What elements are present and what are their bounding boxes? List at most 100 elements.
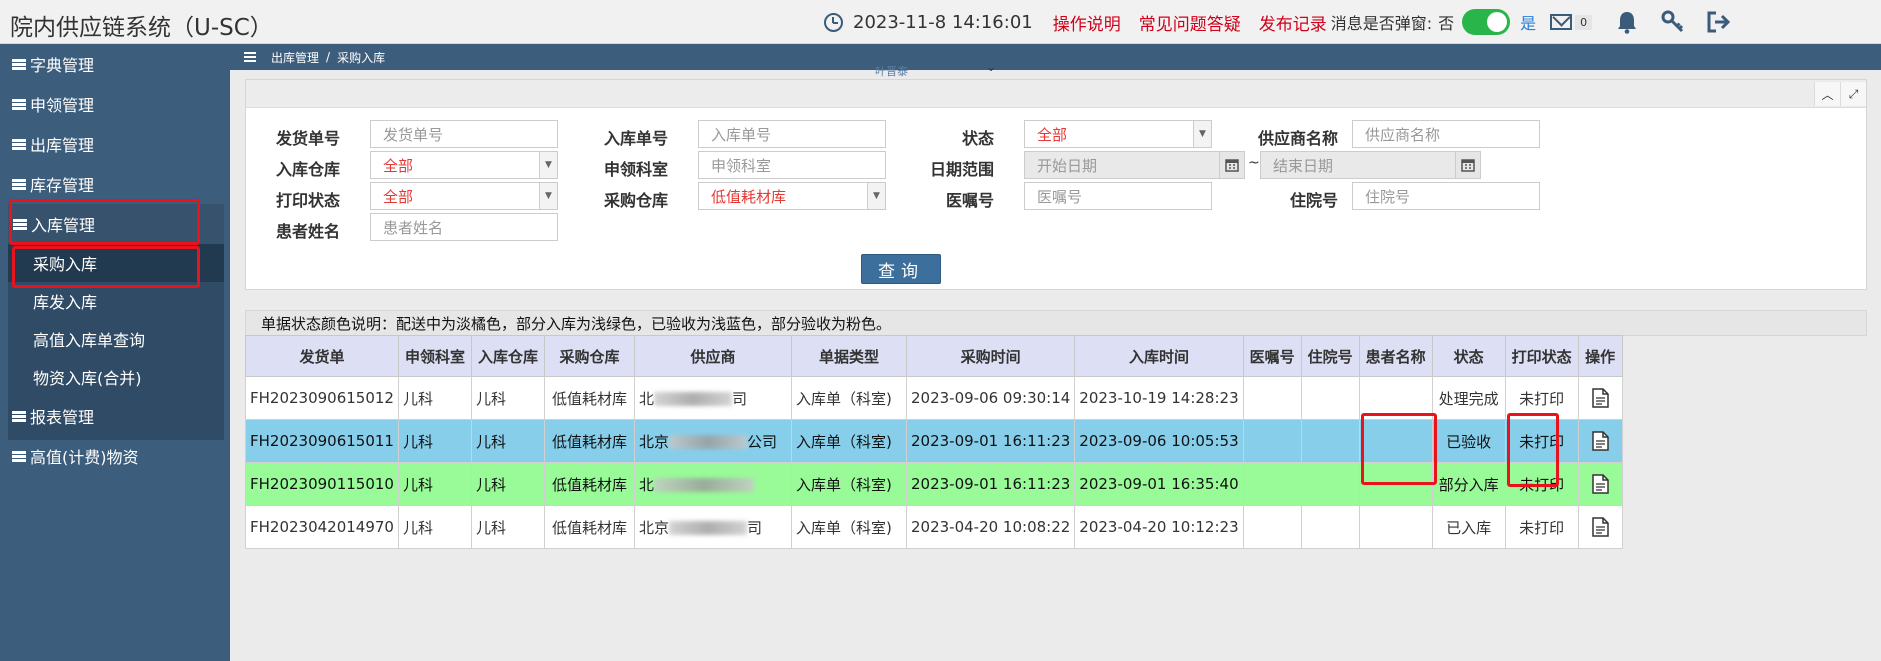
column-header[interactable]: 住院号	[1300, 335, 1360, 377]
column-header[interactable]: 医嘱号	[1242, 335, 1302, 377]
calendar-icon[interactable]	[1455, 151, 1481, 179]
topbar-right: 2023-11-8 14:16:01 操作说明 常见问题答疑 发布记录 消息是否…	[824, 0, 1752, 44]
table-row[interactable]: FH2023090615012 儿科 儿科 低值耗材库 北司 入库单（科室) 2…	[245, 376, 1623, 420]
table-row[interactable]: FH2023042014970 儿科 儿科 低值耗材库 北京司 入库单（科室) …	[245, 505, 1623, 549]
purchase-wh-label: 采购仓库	[603, 191, 668, 210]
order-no-cell	[1242, 505, 1302, 549]
key-icon[interactable]	[1660, 9, 1686, 35]
start-date-input[interactable]: 开始日期	[1024, 151, 1220, 179]
inpatient-no-input[interactable]: 住院号	[1352, 182, 1540, 210]
in-no-input[interactable]: 入库单号	[698, 120, 886, 148]
calendar-icon[interactable]	[1219, 151, 1245, 179]
list-icon	[12, 138, 26, 150]
table-row[interactable]: FH2023090615011 儿科 儿科 低值耗材库 北京 公司 入库单（科室)…	[245, 419, 1623, 463]
sidebar-subitem-warehouse-inbound[interactable]: 库发入库	[8, 282, 224, 320]
breadcrumb: 出库管理 / 采购入库	[230, 44, 1881, 70]
expand-icon[interactable]: ⤢	[1840, 82, 1866, 106]
sidebar-item-label: 高值(计费)物资	[30, 448, 139, 467]
sidebar-item-high-value[interactable]: 高值(计费)物资	[0, 436, 230, 476]
redacted-text	[654, 478, 754, 492]
warehouse-select[interactable]: 全部 ▼	[370, 151, 558, 179]
column-header[interactable]: 打印状态	[1504, 335, 1579, 377]
column-header[interactable]: 单据类型	[790, 335, 907, 377]
mail-icon[interactable]	[1550, 14, 1573, 30]
column-header[interactable]: 患者名称	[1358, 335, 1433, 377]
inpatient-no-cell	[1300, 462, 1360, 506]
patient-name-input[interactable]: 患者姓名	[370, 213, 558, 241]
redacted-text	[654, 392, 732, 406]
column-header[interactable]: 申领科室	[397, 335, 472, 377]
dept-cell: 儿科	[397, 376, 472, 420]
inbound-table: 发货单 申领科室 入库仓库 采购仓库 供应商 单据类型 采购时间 入库时间 医嘱…	[245, 335, 1623, 549]
sidebar-item-inbound[interactable]: 入库管理	[8, 204, 224, 244]
sidebar-item-label: 入库管理	[31, 216, 96, 235]
supplier-label: 供应商名称	[1257, 129, 1338, 148]
end-date-input[interactable]: 结束日期	[1260, 151, 1456, 179]
sidebar-subitem-merged-inbound[interactable]: 物资入库(合并)	[8, 358, 224, 396]
patient-name-label: 患者姓名	[275, 222, 340, 241]
inbound-time-cell: 2023-09-01 16:35:40	[1074, 462, 1244, 506]
order-no-input[interactable]: 医嘱号	[1024, 182, 1212, 210]
action-cell	[1577, 419, 1623, 463]
patient-name-cell	[1358, 505, 1433, 549]
sidebar-subitem-label: 物资入库(合并)	[33, 369, 142, 388]
column-header[interactable]: 采购仓库	[543, 335, 635, 377]
logout-icon[interactable]	[1706, 9, 1732, 35]
column-header[interactable]: 入库仓库	[470, 335, 545, 377]
document-icon[interactable]	[1591, 388, 1609, 408]
column-header[interactable]: 供应商	[633, 335, 792, 377]
document-icon[interactable]	[1591, 517, 1609, 537]
status-label: 状态	[961, 129, 994, 148]
status-select[interactable]: 全部 ▼	[1024, 120, 1212, 148]
document-icon[interactable]	[1591, 474, 1609, 494]
sidebar-subitem-label: 采购入库	[33, 255, 98, 274]
purchase-wh-cell: 低值耗材库	[543, 419, 635, 463]
list-icon	[12, 178, 26, 190]
supplier-cell: 北京 司	[633, 505, 792, 549]
doc-type-cell: 入库单（科室)	[790, 376, 907, 420]
collapse-icon[interactable]: ︿	[1814, 82, 1840, 106]
query-button[interactable]: 查询	[861, 254, 941, 284]
faq-link[interactable]: 常见问题答疑	[1139, 10, 1241, 35]
breadcrumb-parent[interactable]: 出库管理	[271, 49, 319, 66]
help-link[interactable]: 操作说明	[1053, 10, 1121, 35]
order-no-cell	[1242, 376, 1302, 420]
sidebar-subitem-purchase-inbound[interactable]: 采购入库	[8, 244, 224, 282]
menu-toggle-icon[interactable]	[244, 52, 256, 62]
sidebar-item-reports[interactable]: 报表管理	[0, 396, 230, 436]
ship-no-input[interactable]: 发货单号	[370, 120, 558, 148]
sidebar-item-inventory[interactable]: 库存管理	[0, 164, 230, 204]
sidebar-item-requisition[interactable]: 申领管理	[0, 84, 230, 124]
purchase-wh-cell: 低值耗材库	[543, 462, 635, 506]
status-cell: 已验收	[1431, 419, 1506, 463]
document-icon[interactable]	[1591, 431, 1609, 451]
chevron-down-icon[interactable]: ⌄	[986, 60, 996, 74]
inpatient-no-label: 住院号	[1289, 191, 1338, 210]
redacted-text	[669, 435, 747, 449]
bell-icon[interactable]	[1614, 9, 1640, 35]
sidebar-subitem-label: 高值入库单查询	[33, 331, 146, 350]
inpatient-no-cell	[1300, 419, 1360, 463]
dept-input[interactable]: 申领科室	[698, 151, 886, 179]
inbound-time-cell: 2023-09-06 10:05:53	[1074, 419, 1244, 463]
print-status-select[interactable]: 全部 ▼	[370, 182, 558, 210]
purchase-wh-cell: 低值耗材库	[543, 505, 635, 549]
purchase-wh-select[interactable]: 低值耗材库 ▼	[698, 182, 886, 210]
sidebar-item-outbound[interactable]: 出库管理	[0, 124, 230, 164]
table-row[interactable]: FH2023090115010 儿科 儿科 低值耗材库 北 入库单（科室) 20…	[245, 462, 1623, 506]
column-header[interactable]: 状态	[1431, 335, 1506, 377]
in-no-label: 入库单号	[603, 129, 668, 148]
column-header[interactable]: 发货单	[245, 335, 399, 377]
sidebar-subitem-high-value-query[interactable]: 高值入库单查询	[8, 320, 224, 358]
print-status-cell: 未打印	[1504, 419, 1579, 463]
supplier-input[interactable]: 供应商名称	[1352, 120, 1540, 148]
popup-toggle[interactable]	[1462, 9, 1511, 35]
column-header[interactable]: 采购时间	[905, 335, 1076, 377]
sidebar-item-dictionary[interactable]: 字典管理	[0, 44, 230, 84]
chevron-down-icon: ▼	[1193, 121, 1211, 147]
warehouse-cell: 儿科	[470, 419, 545, 463]
sidebar-item-label: 出库管理	[30, 136, 95, 155]
column-header[interactable]: 入库时间	[1074, 335, 1244, 377]
ship-no-cell: FH2023090615012	[245, 376, 399, 420]
release-notes-link[interactable]: 发布记录	[1259, 10, 1327, 35]
